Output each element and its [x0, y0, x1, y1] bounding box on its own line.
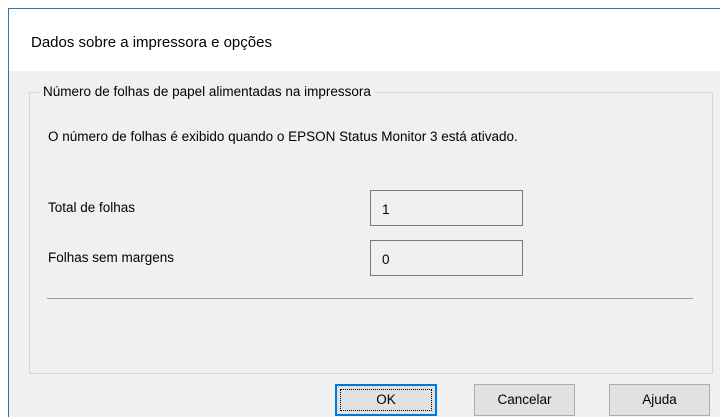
- help-button-label: Ajuda: [642, 392, 677, 407]
- printer-info-dialog: Dados sobre a impressora e opções Número…: [8, 8, 720, 417]
- cancel-button[interactable]: Cancelar: [474, 384, 575, 416]
- borderless-sheets-label: Folhas sem margens: [48, 250, 175, 265]
- dialog-header: Dados sobre a impressora e opções: [9, 9, 720, 71]
- borderless-sheets-value: 0: [382, 252, 390, 267]
- sheets-groupbox: Número de folhas de papel alimentadas na…: [29, 84, 713, 374]
- total-sheets-field: 1: [370, 190, 523, 226]
- status-monitor-description: O número de folhas é exibido quando o EP…: [48, 129, 518, 144]
- total-sheets-label: Total de folhas: [48, 200, 136, 215]
- cancel-button-label: Cancelar: [497, 392, 552, 407]
- total-sheets-value: 1: [382, 202, 390, 217]
- ok-button-label: OK: [376, 392, 396, 407]
- groupbox-legend: Número de folhas de papel alimentadas na…: [39, 84, 375, 99]
- dialog-title: Dados sobre a impressora e opções: [31, 34, 272, 51]
- help-button[interactable]: Ajuda: [609, 384, 710, 416]
- separator-line: [47, 298, 693, 299]
- borderless-sheets-field: 0: [370, 240, 523, 276]
- ok-button[interactable]: OK: [335, 384, 437, 416]
